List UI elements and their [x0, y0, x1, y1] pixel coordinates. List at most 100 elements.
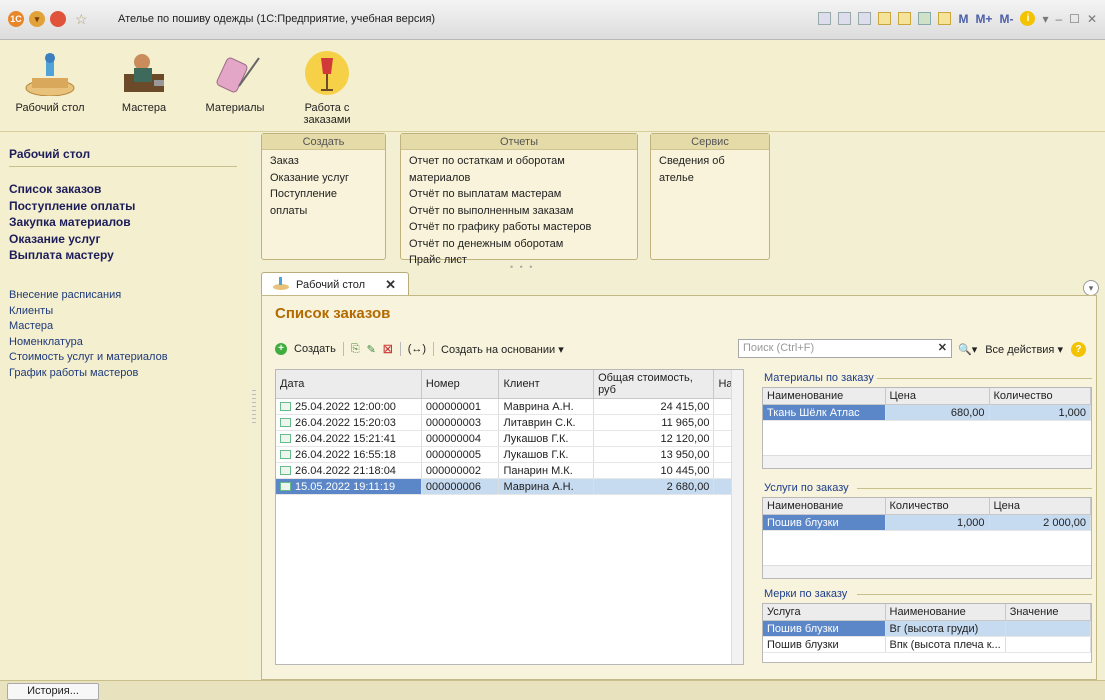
sidebar-item-payments[interactable]: Поступление оплаты	[9, 198, 135, 215]
report-cash-flow-link[interactable]: Отчёт по денежным оборотам	[409, 236, 629, 253]
column-name[interactable]: Наименование	[763, 498, 886, 515]
materials-table[interactable]: Наименование Цена Количество Ткань Шёлк Ат…	[762, 387, 1092, 469]
desk-small-icon	[272, 276, 290, 293]
cell-total: 24 415,00	[593, 398, 715, 415]
report-completed-orders-link[interactable]: Отчёт по выполненным заказам	[409, 203, 629, 220]
services-table[interactable]: Наименование Количество Цена Пошив блузки 1…	[762, 497, 1092, 579]
caption-line	[877, 378, 1092, 379]
column-value[interactable]: Значение	[1005, 604, 1092, 621]
materials-horizontal-scrollbar[interactable]	[763, 455, 1091, 468]
calculator-icon[interactable]	[918, 12, 932, 25]
sidebar-item-clients[interactable]: Клиенты	[9, 304, 168, 320]
table-row-selected[interactable]: 15.05.2022 19:11:19 000000006 Маврина А.Н.…	[276, 478, 743, 495]
edit-icon[interactable]: ✎	[367, 343, 376, 356]
sidebar-item-master-payment[interactable]: Выплата мастеру	[9, 247, 135, 264]
table-row[interactable]: 26.04.2022 15:20:03 000000003 Литаврин С.К…	[276, 414, 743, 431]
column-client[interactable]: Клиент	[498, 370, 595, 399]
minimize-icon[interactable]: –	[1055, 12, 1062, 26]
create-payment-link[interactable]: Поступление оплаты	[270, 186, 377, 219]
memory-m-button[interactable]: M	[958, 12, 968, 26]
report-master-payments-link[interactable]: Отчёт по выплатам мастерам	[409, 186, 629, 203]
create-based-on-button[interactable]: Создать на основании ▾	[441, 343, 564, 356]
create-service-link[interactable]: Оказание услуг	[270, 170, 377, 187]
maximize-icon[interactable]: ☐	[1069, 12, 1080, 26]
sidebar-item-services[interactable]: Оказание услуг	[9, 231, 135, 248]
copy-icon[interactable]: ⎘	[351, 343, 360, 356]
column-date[interactable]: Дата	[276, 370, 422, 399]
column-price[interactable]: Цена	[989, 498, 1091, 515]
history-button[interactable]: История...	[7, 683, 99, 700]
calendar-icon[interactable]	[938, 12, 952, 25]
service-about-link[interactable]: Сведения об ателье	[659, 153, 761, 186]
favorite-add-icon[interactable]	[878, 12, 892, 25]
search-input[interactable]: Поиск (Ctrl+F) ✕	[738, 339, 952, 358]
sidebar-divider	[9, 166, 237, 167]
search-clear-icon[interactable]: ✕	[938, 341, 947, 354]
preview-icon[interactable]	[858, 12, 872, 25]
table-row[interactable]: 26.04.2022 21:18:04 000000002 Панарин М.К.…	[276, 462, 743, 479]
search-icon[interactable]: 🔍▾	[958, 343, 977, 356]
structure-icon[interactable]: (↔)	[408, 343, 426, 355]
sidebar-item-nomenclature[interactable]: Номенклатура	[9, 335, 168, 351]
table-vertical-scrollbar[interactable]	[731, 370, 743, 664]
cell-value	[1005, 620, 1092, 637]
tab-desktop[interactable]: Рабочий стол ✕	[261, 272, 409, 296]
table-row[interactable]: 26.04.2022 15:21:41 000000004 Лукашов Г.К.…	[276, 430, 743, 447]
cell-quantity: 1,000	[885, 514, 990, 531]
table-row-selected[interactable]: Ткань Шёлк Атлас 680,00 1,000	[763, 404, 1091, 421]
mannequin-icon	[301, 48, 353, 98]
section-orders[interactable]: Работа с заказами	[287, 48, 367, 126]
document-icon	[280, 401, 291, 411]
column-total[interactable]: Общая стоимость, руб	[593, 370, 715, 399]
print-icon[interactable]	[838, 12, 852, 25]
tab-close-icon[interactable]: ✕	[385, 277, 396, 293]
table-row[interactable]: Пошив блузки Впк (высота плеча к...	[763, 636, 1092, 653]
section-desktop[interactable]: Рабочий стол	[10, 48, 90, 114]
measures-table[interactable]: Услуга Наименование Значение Пошив блузки В…	[762, 603, 1092, 663]
report-materials-link[interactable]: Отчет по остаткам и оборотам материалов	[409, 153, 629, 186]
column-quantity[interactable]: Количество	[885, 498, 990, 515]
favorites-icon[interactable]	[898, 12, 912, 25]
memory-minus-button[interactable]: M-	[999, 12, 1013, 26]
sidebar-item-schedule-entry[interactable]: Внесение расписания	[9, 288, 168, 304]
save-icon[interactable]	[818, 12, 832, 25]
memory-plus-button[interactable]: M+	[975, 12, 992, 26]
column-number[interactable]: Номер	[421, 370, 500, 399]
section-masters[interactable]: Мастера	[104, 48, 184, 114]
table-row-selected[interactable]: Пошив блузки Вг (высота груди)	[763, 620, 1092, 637]
create-button[interactable]: Создать	[294, 343, 336, 355]
delete-mark-icon[interactable]: ☒	[383, 343, 393, 356]
help-icon[interactable]: ?	[1070, 342, 1086, 357]
sidebar-item-purchases[interactable]: Закупка материалов	[9, 214, 135, 231]
sidebar-resize-handle[interactable]	[252, 390, 256, 424]
favorites-star-icon[interactable]: ☆	[75, 11, 88, 27]
create-order-link[interactable]: Заказ	[270, 153, 377, 170]
sidebar-item-orders[interactable]: Список заказов	[9, 181, 135, 198]
record-icon[interactable]	[50, 11, 66, 27]
cell-price: 680,00	[885, 404, 990, 421]
column-name[interactable]: Наименование	[885, 604, 1006, 621]
table-row[interactable]: 26.04.2022 16:55:18 000000005 Лукашов Г.К.…	[276, 446, 743, 463]
table-row[interactable]: 25.04.2022 12:00:00 000000001 Маврина А.Н.…	[276, 398, 743, 415]
sidebar-item-prices[interactable]: Стоимость услуг и материалов	[9, 350, 168, 366]
section-materials[interactable]: Материалы	[195, 48, 275, 114]
all-actions-button[interactable]: Все действия ▾	[985, 343, 1063, 356]
column-name[interactable]: Наименование	[763, 388, 886, 405]
main-menu-icon[interactable]: ▾	[29, 11, 45, 27]
close-icon[interactable]: ✕	[1087, 12, 1097, 26]
info-icon[interactable]: i	[1020, 11, 1036, 26]
panel-collapse-icon[interactable]: ▾	[1083, 280, 1099, 296]
column-service[interactable]: Услуга	[763, 604, 886, 621]
orders-table[interactable]: Дата Номер Клиент Общая стоимость, руб Н…	[275, 369, 744, 665]
sidebar-title[interactable]: Рабочий стол	[9, 147, 90, 161]
splitter-handle[interactable]: • • •	[510, 262, 534, 272]
dropdown-icon[interactable]: ▾	[1042, 12, 1048, 26]
report-work-schedule-link[interactable]: Отчёт по графику работы мастеров	[409, 219, 629, 236]
app-logo-icon[interactable]: 1C	[8, 11, 24, 27]
services-horizontal-scrollbar[interactable]	[763, 565, 1091, 578]
sidebar-item-masters[interactable]: Мастера	[9, 319, 168, 335]
column-price[interactable]: Цена	[885, 388, 990, 405]
table-row-selected[interactable]: Пошив блузки 1,000 2 000,00	[763, 514, 1091, 531]
sidebar-item-work-schedule[interactable]: График работы мастеров	[9, 366, 168, 382]
column-quantity[interactable]: Количество	[989, 388, 1091, 405]
